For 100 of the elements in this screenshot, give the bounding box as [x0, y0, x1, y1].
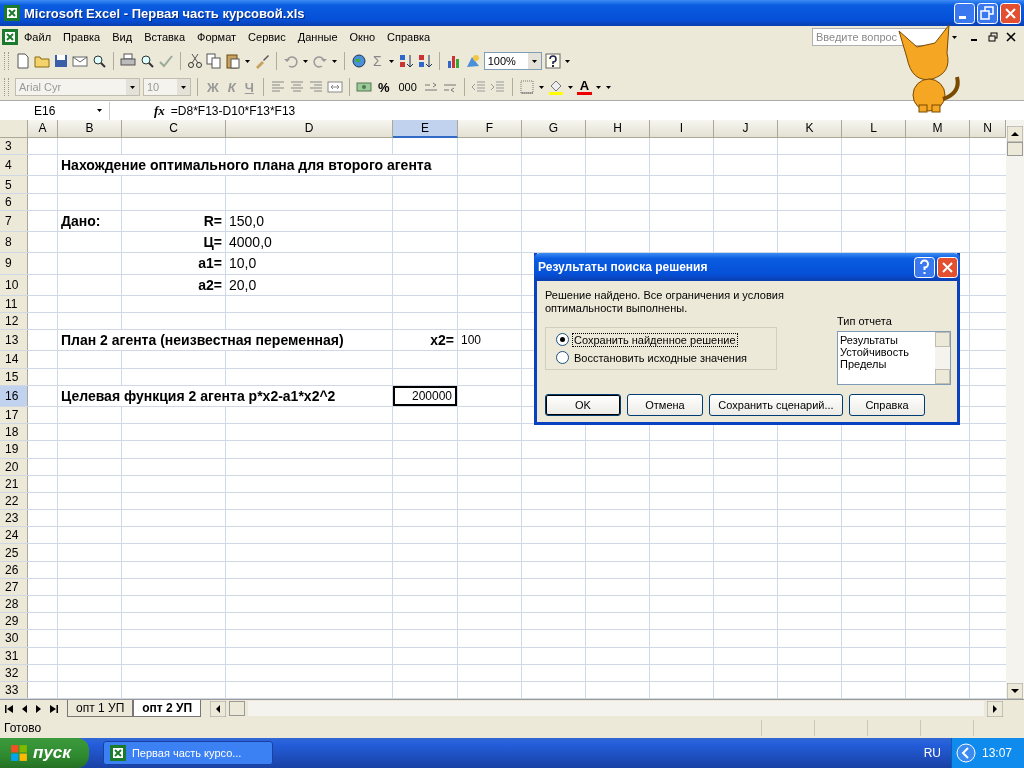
row-header[interactable]: 3 [0, 138, 28, 155]
row-header[interactable]: 4 [0, 155, 28, 176]
radio-option[interactable]: Восстановить исходные значения [556, 351, 766, 364]
column-header[interactable]: F [458, 120, 522, 138]
caret-icon[interactable] [181, 85, 186, 89]
printer-icon[interactable] [120, 53, 136, 69]
menu-item[interactable]: Формат [191, 29, 243, 45]
scroll-right-button[interactable] [987, 700, 1003, 717]
sheet-tab[interactable]: опт 2 УП [133, 700, 202, 717]
column-header[interactable]: L [842, 120, 906, 138]
scrollbar-thumb[interactable] [229, 701, 246, 716]
menu-item[interactable]: Вставка [138, 29, 191, 45]
menu-item[interactable]: Данные [291, 29, 344, 45]
caret-icon[interactable] [332, 59, 337, 63]
column-header[interactable]: C [122, 120, 226, 138]
menu-item[interactable]: Файл [18, 29, 58, 45]
column-header[interactable]: K [778, 120, 842, 138]
row-header[interactable]: 7 [0, 210, 28, 232]
caret-icon[interactable] [538, 85, 544, 89]
menu-item[interactable]: Вид [106, 29, 139, 45]
menu-item[interactable]: Правка [57, 29, 107, 45]
merge-cells-icon[interactable] [326, 79, 343, 95]
menu-item[interactable]: Справка [381, 29, 437, 45]
formula-field[interactable]: =D8*F13-D10*F13*F13 [170, 103, 296, 118]
banknote-icon[interactable] [355, 79, 372, 95]
language-indicator[interactable]: RU [923, 746, 941, 760]
caret-icon[interactable] [97, 109, 102, 112]
report-type-list[interactable]: Результаты Устойчивость Пределы [837, 331, 951, 385]
row-header[interactable]: 24 [0, 527, 28, 544]
restore-icon[interactable] [988, 32, 998, 42]
spreadsheet-icon[interactable] [2, 29, 18, 45]
sort-ascending-icon[interactable] [397, 53, 414, 69]
caret-icon[interactable] [564, 59, 570, 63]
dialog-button[interactable]: Сохранить сценарий... [709, 394, 843, 416]
column-header[interactable]: M [906, 120, 970, 138]
dialog-button[interactable]: Справка [849, 394, 925, 416]
list-item[interactable]: Устойчивость [840, 346, 933, 358]
sort-descending-icon[interactable] [416, 53, 433, 69]
table-cell[interactable]: Нахождение оптимального плана для второго агента [58, 155, 435, 176]
dialog-button[interactable]: OK [545, 394, 621, 416]
magnifier-icon[interactable] [139, 53, 155, 69]
function-button[interactable]: fx [154, 102, 165, 119]
taskbar-button[interactable]: Первая часть курсо... [102, 741, 273, 765]
column-header[interactable]: I [650, 120, 714, 138]
list-item[interactable]: Результаты [840, 334, 933, 346]
zoom-combo[interactable]: 100% [483, 52, 542, 70]
scissors-icon[interactable] [187, 53, 203, 69]
folder-icon[interactable] [34, 53, 50, 69]
row-header[interactable]: 8 [0, 232, 28, 253]
column-header[interactable]: G [522, 120, 586, 138]
envelope-icon[interactable] [72, 53, 88, 69]
dialog-button[interactable]: Отмена [627, 394, 703, 416]
clipboard-icon[interactable] [225, 53, 241, 69]
scroll-down-button[interactable] [1007, 683, 1023, 699]
caret-icon[interactable] [531, 59, 537, 63]
row-header[interactable]: 13 [0, 330, 28, 351]
column-header[interactable]: A [28, 120, 58, 138]
caret-icon[interactable] [951, 35, 957, 39]
start-button[interactable]: пуск [0, 738, 89, 768]
row-header[interactable]: 25 [0, 544, 28, 561]
restore-icon[interactable] [977, 2, 998, 24]
row-header[interactable]: 19 [0, 441, 28, 458]
shapes-icon[interactable] [464, 53, 481, 69]
help-icon[interactable] [544, 53, 561, 69]
menu-item[interactable]: Сервис [242, 29, 292, 45]
scroll-up-button[interactable] [1007, 126, 1023, 142]
row-header[interactable]: 5 [0, 176, 28, 193]
name-box[interactable]: E16 [0, 101, 110, 120]
scrollbar-thumb[interactable] [1007, 142, 1023, 156]
row-header[interactable]: 9 [0, 253, 28, 274]
row-header[interactable]: 16 [0, 385, 28, 406]
column-header[interactable]: J [714, 120, 778, 138]
row-header[interactable]: 30 [0, 630, 28, 647]
radio-option[interactable]: Сохранить найденное решение [556, 333, 766, 346]
row-header[interactable]: 10 [0, 274, 28, 295]
caret-icon[interactable] [303, 59, 308, 63]
menu-item[interactable]: Окно [343, 29, 382, 45]
bar-chart-icon[interactable] [445, 53, 462, 69]
close-icon[interactable] [1006, 32, 1016, 42]
scroll-left-button[interactable] [210, 700, 227, 717]
caret-icon[interactable] [245, 59, 250, 63]
caret-icon[interactable] [567, 85, 573, 89]
last-sheet-icon[interactable] [48, 702, 60, 715]
row-header[interactable]: 18 [0, 424, 28, 441]
table-cell[interactable]: 200000 [393, 385, 457, 406]
column-header[interactable]: B [58, 120, 122, 138]
column-header[interactable]: N [970, 120, 1006, 138]
row-header[interactable]: 28 [0, 596, 28, 613]
first-sheet-icon[interactable] [3, 702, 15, 715]
globe-icon[interactable] [351, 53, 367, 69]
copy-icon[interactable] [206, 53, 222, 69]
check-icon[interactable] [158, 53, 174, 69]
caret-icon[interactable] [388, 59, 394, 63]
column-header[interactable]: H [586, 120, 650, 138]
row-header[interactable]: 29 [0, 613, 28, 630]
column-header[interactable]: E [393, 120, 458, 138]
row-header[interactable]: 23 [0, 510, 28, 527]
magnifier-icon[interactable] [91, 53, 107, 69]
new-document-icon[interactable] [15, 53, 31, 69]
fill-bucket-icon[interactable] [547, 79, 564, 95]
